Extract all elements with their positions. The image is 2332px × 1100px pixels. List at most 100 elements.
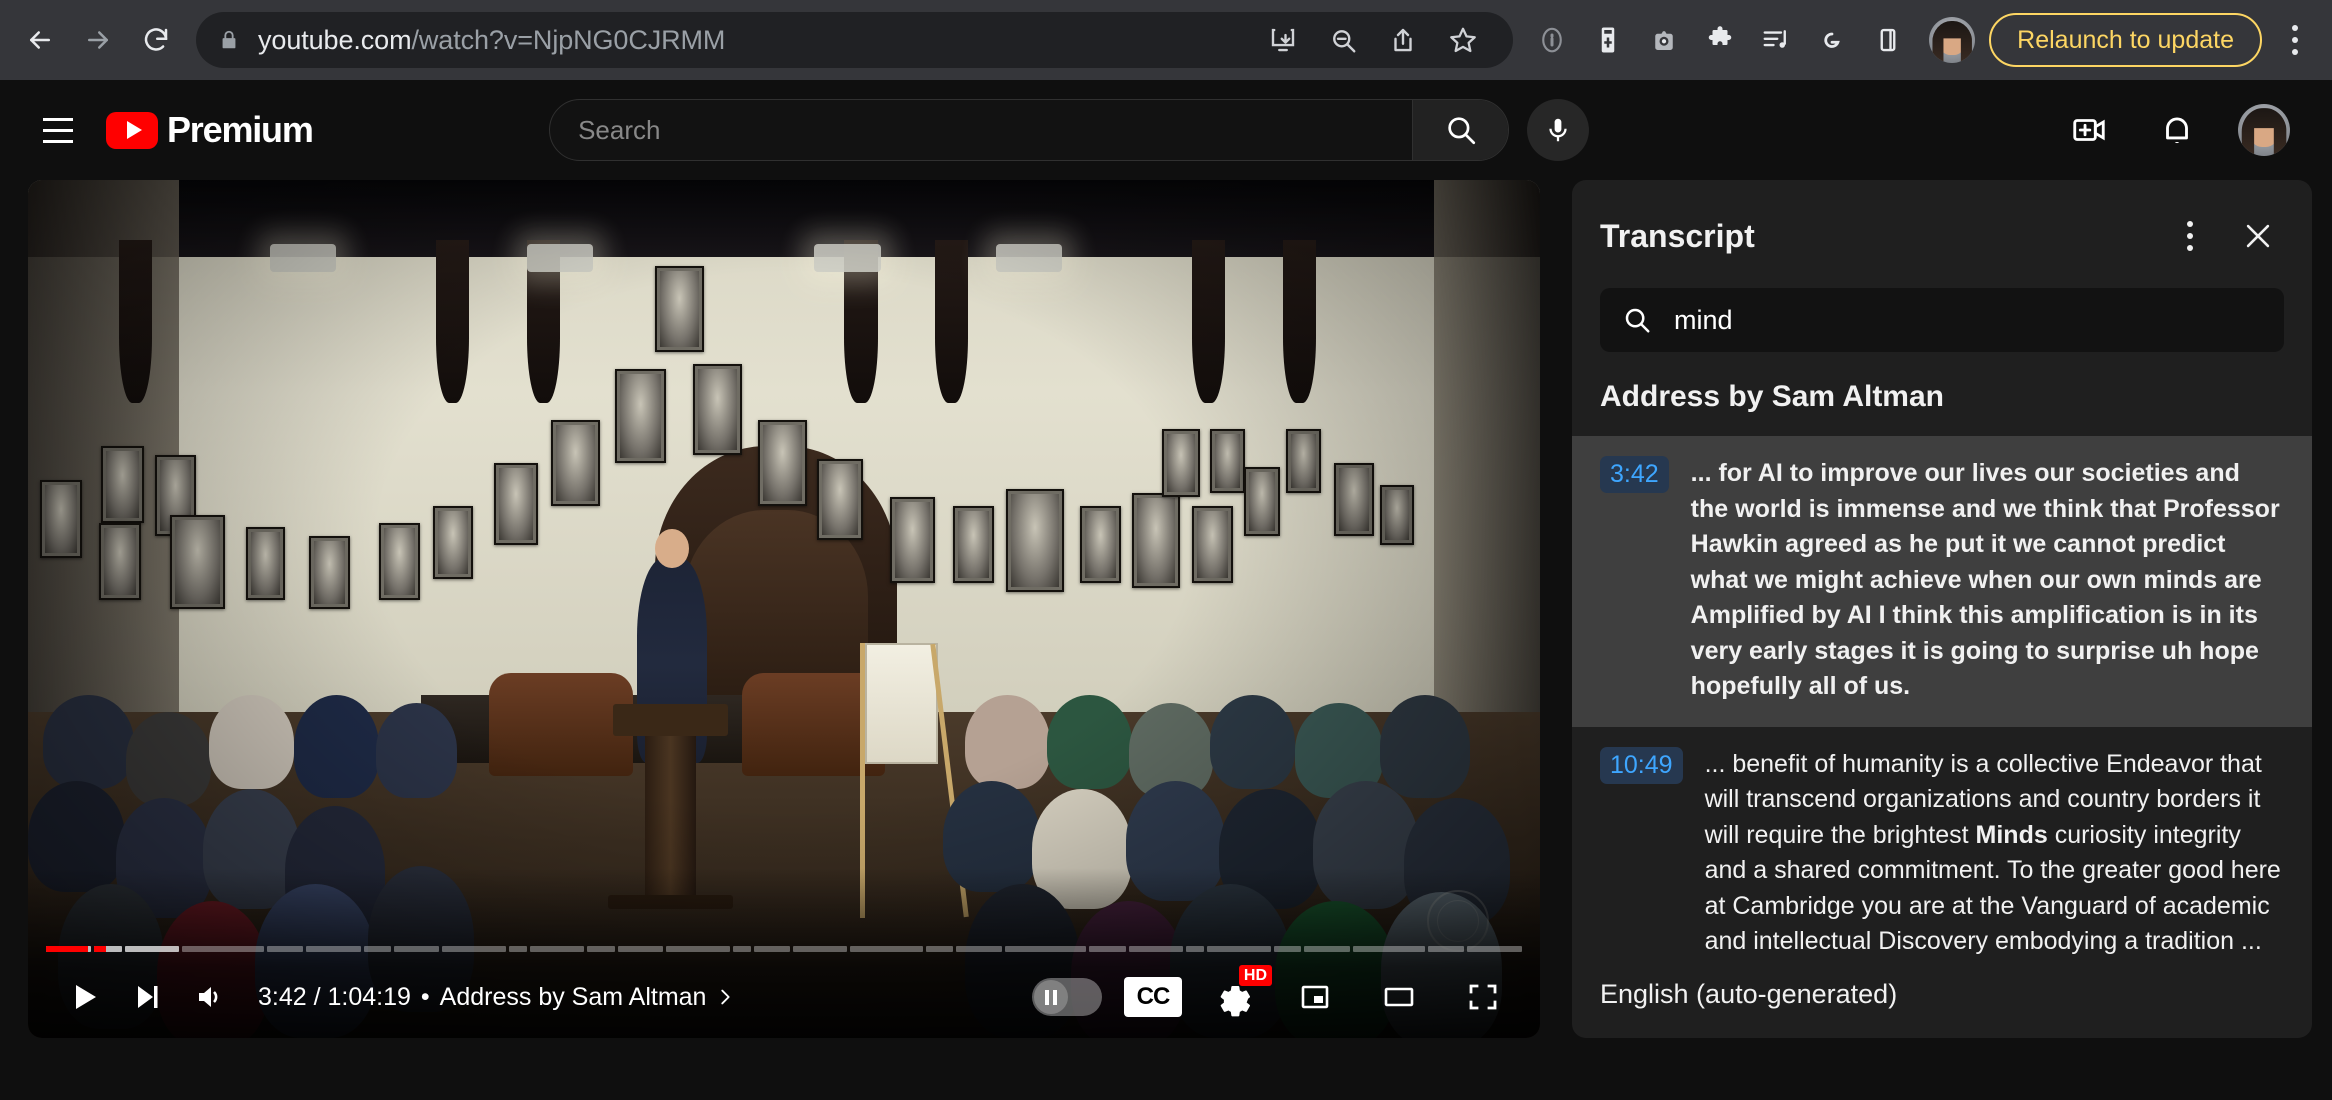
- forward-arrow-icon: [88, 31, 108, 49]
- content-area: 3:42 / 1:04:19 • Address by Sam Altman C…: [0, 180, 2332, 1100]
- browser-profile-avatar[interactable]: [1929, 17, 1976, 63]
- transcript-header: Transcript: [1572, 180, 2312, 278]
- browser-menu-button[interactable]: [2272, 12, 2318, 68]
- microphone-icon: [1549, 118, 1567, 142]
- extensions-button[interactable]: [1693, 13, 1747, 67]
- install-button[interactable]: [1255, 12, 1311, 68]
- transcript-timestamp[interactable]: 3:42: [1600, 456, 1669, 494]
- dot: [2187, 245, 2193, 251]
- chapter-segment[interactable]: [1207, 946, 1271, 952]
- next-video-button[interactable]: [116, 966, 178, 1028]
- side-panel-button[interactable]: [1861, 13, 1915, 67]
- transcript-language-button[interactable]: English (auto-generated): [1600, 979, 1897, 1010]
- reload-icon: [144, 28, 168, 51]
- google-extension-button[interactable]: [1805, 13, 1859, 67]
- chapter-segment[interactable]: [1089, 946, 1126, 952]
- url-text: youtube.com/watch?v=NjpNG0CJRMM: [258, 25, 725, 56]
- info-button[interactable]: [1525, 13, 1579, 67]
- theater-mode-button[interactable]: [1368, 966, 1430, 1028]
- calculator-icon: [1601, 27, 1615, 53]
- search-box[interactable]: [549, 99, 1510, 161]
- autoplay-toggle[interactable]: [1032, 978, 1102, 1016]
- zoom-out-button[interactable]: [1315, 12, 1371, 68]
- chapter-segment[interactable]: [926, 946, 954, 952]
- side-panel-icon: [1880, 28, 1896, 52]
- transcript-title: Transcript: [1600, 217, 1755, 254]
- transcript-section-header: Address by Sam Altman: [1600, 380, 1944, 413]
- transcript-search-input[interactable]: [1674, 304, 2262, 336]
- search-area: [549, 99, 1590, 161]
- chapter-segment[interactable]: [1428, 946, 1465, 952]
- transcript-row[interactable]: 10:49 ... benefit of humanity is a colle…: [1572, 727, 2312, 960]
- player-controls: 3:42 / 1:04:19 • Address by Sam Altman C…: [28, 956, 1540, 1038]
- back-button[interactable]: [14, 14, 66, 66]
- logo-text: Premium: [167, 109, 314, 150]
- transcript-text: ... for AI to improve our lives our soci…: [1690, 459, 2280, 700]
- chapter-segment[interactable]: [617, 946, 663, 952]
- screenshot-extension-button[interactable]: [1637, 13, 1691, 67]
- chapter-segment[interactable]: [732, 946, 751, 952]
- chapter-segment[interactable]: [529, 946, 585, 952]
- chapter-segment[interactable]: [508, 946, 527, 952]
- chapter-segment[interactable]: [124, 946, 180, 952]
- notifications-button[interactable]: [2150, 103, 2204, 157]
- search-icon: [1625, 308, 1650, 333]
- chapter-segment[interactable]: [363, 946, 391, 952]
- relaunch-to-update-button[interactable]: Relaunch to update: [1989, 13, 2262, 67]
- forward-button[interactable]: [72, 14, 124, 66]
- transcript-menu-button[interactable]: [2166, 212, 2214, 260]
- miniplayer-button[interactable]: [1284, 966, 1346, 1028]
- address-bar[interactable]: youtube.com/watch?v=NjpNG0CJRMM: [196, 12, 1514, 68]
- create-button[interactable]: [2062, 103, 2116, 157]
- chapter-segment[interactable]: [46, 946, 92, 952]
- transcript-close-button[interactable]: [2232, 210, 2284, 262]
- transcript-search-box[interactable]: [1600, 288, 2284, 352]
- fullscreen-button[interactable]: [1452, 966, 1514, 1028]
- search-input[interactable]: [550, 100, 1413, 160]
- chapter-segment[interactable]: [94, 946, 122, 952]
- search-submit-button[interactable]: [1412, 100, 1509, 160]
- chapter-segment[interactable]: [666, 946, 730, 952]
- captions-button[interactable]: CC: [1124, 977, 1182, 1017]
- playlist-extension-button[interactable]: [1749, 13, 1803, 67]
- chapter-segment[interactable]: [306, 946, 361, 952]
- chapter-segment[interactable]: [1186, 946, 1205, 952]
- play-button[interactable]: [54, 966, 116, 1028]
- chapter-link[interactable]: Address by Sam Altman: [440, 983, 737, 1012]
- settings-button[interactable]: HD: [1204, 965, 1272, 1026]
- guide-menu-button[interactable]: [28, 100, 88, 160]
- buffered-bar: [124, 946, 180, 952]
- transcript-timestamp[interactable]: 10:49: [1600, 746, 1683, 784]
- voice-search-button[interactable]: [1527, 99, 1590, 161]
- chapter-segment[interactable]: [1467, 946, 1522, 952]
- chapter-segment[interactable]: [956, 946, 1002, 952]
- chapter-segment[interactable]: [793, 946, 848, 952]
- chapter-segment[interactable]: [393, 946, 440, 952]
- chapter-segment[interactable]: [850, 946, 924, 952]
- calculator-extension-button[interactable]: [1581, 13, 1635, 67]
- chapter-segment[interactable]: [1128, 946, 1184, 952]
- search-match-highlight: Minds: [1975, 820, 2048, 849]
- bookmark-button[interactable]: [1435, 12, 1491, 68]
- chapter-segment[interactable]: [1304, 946, 1350, 952]
- chapter-segment[interactable]: [1273, 946, 1302, 952]
- chapter-segment[interactable]: [442, 946, 506, 952]
- dot: [2292, 37, 2298, 43]
- chapter-segment[interactable]: [1352, 946, 1426, 952]
- youtube-account-avatar[interactable]: [2237, 104, 2290, 156]
- youtube-premium-logo[interactable]: Premium: [106, 109, 314, 151]
- time-and-chapter: 3:42 / 1:04:19 • Address by Sam Altman: [258, 983, 736, 1012]
- progress-bar[interactable]: [46, 946, 1522, 952]
- chapter-segment[interactable]: [587, 946, 615, 952]
- chapter-segment[interactable]: [266, 946, 304, 952]
- transcript-row[interactable]: 3:42 ... for AI to improve our lives our…: [1572, 436, 2312, 727]
- chapter-segment[interactable]: [1004, 946, 1087, 952]
- volume-button[interactable]: [178, 966, 240, 1028]
- reload-button[interactable]: [130, 14, 182, 66]
- chapter-segment[interactable]: [753, 946, 791, 952]
- share-button[interactable]: [1375, 12, 1431, 68]
- avatar: [1929, 17, 1976, 63]
- chapter-segment[interactable]: [182, 946, 264, 952]
- video-player[interactable]: 3:42 / 1:04:19 • Address by Sam Altman C…: [28, 180, 1540, 1038]
- zoom-out-icon: [1333, 30, 1356, 53]
